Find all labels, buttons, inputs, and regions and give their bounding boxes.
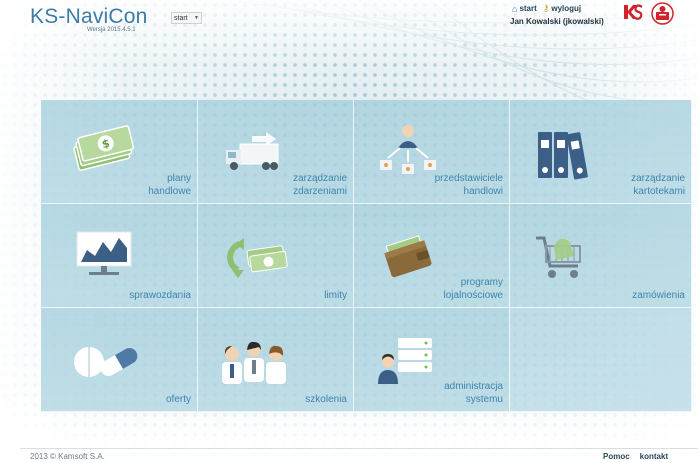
username: Jan Kowalski (jkowalski) (510, 17, 604, 26)
pills-icon (74, 347, 138, 377)
tile-label: plany handlowe (148, 173, 191, 197)
start-link-label: start (519, 4, 537, 13)
start-link[interactable]: ⌂ start (512, 3, 537, 14)
tile-label: programy lojalnościowe (443, 277, 503, 301)
money-stack-icon: $ (73, 125, 135, 171)
logout-link[interactable]: ⚷ wyloguj (543, 3, 581, 14)
chevron-down-icon: ▼ (194, 15, 199, 21)
binders-icon (538, 132, 588, 180)
people-group-icon (222, 341, 286, 384)
user-avatar-icon[interactable] (651, 2, 674, 25)
key-icon: ⚷ (542, 3, 550, 13)
tile-label: szkolenia (305, 394, 347, 405)
tile-label: oferty (165, 394, 191, 405)
app-logo-title[interactable]: KS-NaviCon (30, 5, 148, 29)
tile-szkolenia[interactable]: szkolenia (198, 308, 354, 412)
tile-programy-lojalnosciowe[interactable]: programy lojalnościowe (354, 204, 510, 308)
tile-label: zamówienia (632, 290, 685, 301)
footer-divider (20, 448, 698, 449)
sales-reps-network-icon (380, 125, 436, 174)
tile-oferty[interactable]: oferty (41, 308, 198, 412)
tile-label: zarządzanie zdarzeniami (293, 173, 347, 197)
money-cycle-icon (227, 238, 288, 278)
contact-link[interactable]: kontakt (640, 452, 668, 461)
app-version: Wersja 2015.4.5.1 (87, 27, 136, 33)
kamsoft-logo-icon (624, 4, 643, 20)
tile-limity[interactable]: limity (198, 204, 354, 308)
wallet-icon (384, 235, 432, 278)
tile-label: przedstawiciele handlowi (434, 173, 503, 197)
delivery-truck-icon (226, 132, 279, 170)
tile-label: administracja systemu (444, 381, 503, 405)
tile-empty (510, 308, 692, 412)
module-tiles: $ plany handlowe zarządzanie zdarzeniami (41, 100, 692, 412)
tile-label: limity (324, 290, 347, 301)
start-select[interactable]: start ▼ (171, 12, 202, 24)
top-links: ⌂ start ⚷ wyloguj (512, 3, 581, 14)
tile-sprawozdania[interactable]: sprawozdania (41, 204, 198, 308)
chart-board-icon (76, 231, 132, 275)
help-link[interactable]: Pomoc (603, 452, 630, 461)
tile-label: sprawozdania (129, 290, 191, 301)
start-select-value: start (174, 14, 188, 22)
tile-przedstawiciele-handlowi[interactable]: przedstawiciele handlowi (354, 100, 510, 204)
tile-zarzadzanie-kartotekami[interactable]: zarządzanie kartotekami (510, 100, 692, 204)
tile-zamowienia[interactable]: zamówienia (510, 204, 692, 308)
shopping-cart-icon (536, 236, 581, 278)
copyright: 2013 © Kamsoft S.A. (30, 452, 105, 461)
tile-administracja-systemu[interactable]: administracja systemu (354, 308, 510, 412)
home-icon: ⌂ (512, 3, 518, 14)
tile-label: zarządzanie kartotekami (631, 173, 685, 197)
logout-link-label: wyloguj (551, 4, 582, 13)
tile-plany-handlowe[interactable]: $ plany handlowe (41, 100, 198, 204)
footer-links: Pomoc kontakt (603, 452, 668, 461)
tile-zarzadzanie-zdarzeniami[interactable]: zarządzanie zdarzeniami (198, 100, 354, 204)
servers-admin-icon (378, 338, 432, 384)
